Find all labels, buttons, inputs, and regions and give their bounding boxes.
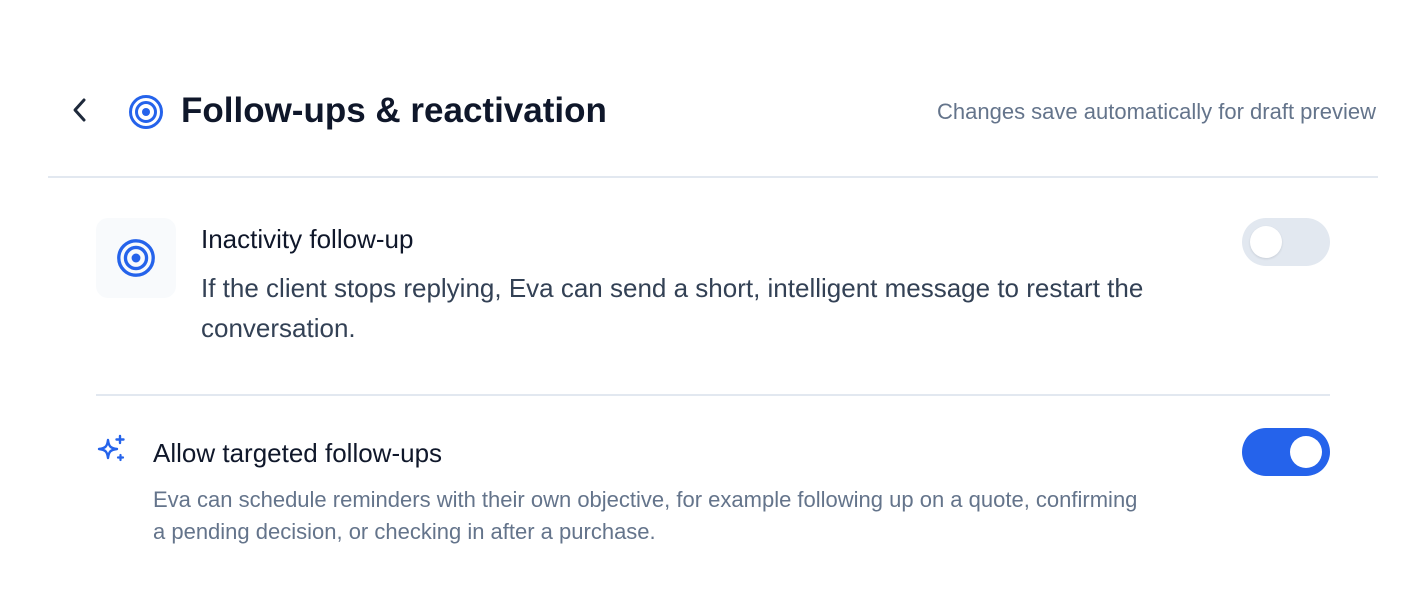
setting-icon-container [96,218,176,298]
target-icon [129,95,163,129]
back-button[interactable] [60,90,100,130]
inactivity-follow-up-toggle[interactable] [1242,218,1330,266]
section-divider [96,394,1330,396]
page-header: Follow-ups & reactivation Changes save a… [0,56,1424,176]
setting-description: If the client stops replying, Eva can se… [201,273,1144,343]
settings-page: Follow-ups & reactivation Changes save a… [0,0,1424,596]
targeted-follow-ups-toggle[interactable] [1242,428,1330,476]
autosave-note: Changes save automatically for draft pre… [937,99,1376,124]
target-icon [117,239,155,277]
header-divider [48,176,1378,178]
setting-targeted-follow-ups: Allow targeted follow-ups Eva can schedu… [96,428,1330,558]
setting-title: Inactivity follow-up [201,224,414,254]
page-title: Follow-ups & reactivation [181,91,607,130]
sparkle-icon [97,434,125,462]
chevron-left-icon [73,98,86,122]
toggle-knob [1290,436,1322,468]
setting-description: Eva can schedule reminders with their ow… [153,487,1138,544]
setting-inactivity-follow-up: Inactivity follow-up If the client stops… [96,216,1330,356]
toggle-knob [1250,226,1282,258]
setting-title: Allow targeted follow-ups [153,438,443,468]
